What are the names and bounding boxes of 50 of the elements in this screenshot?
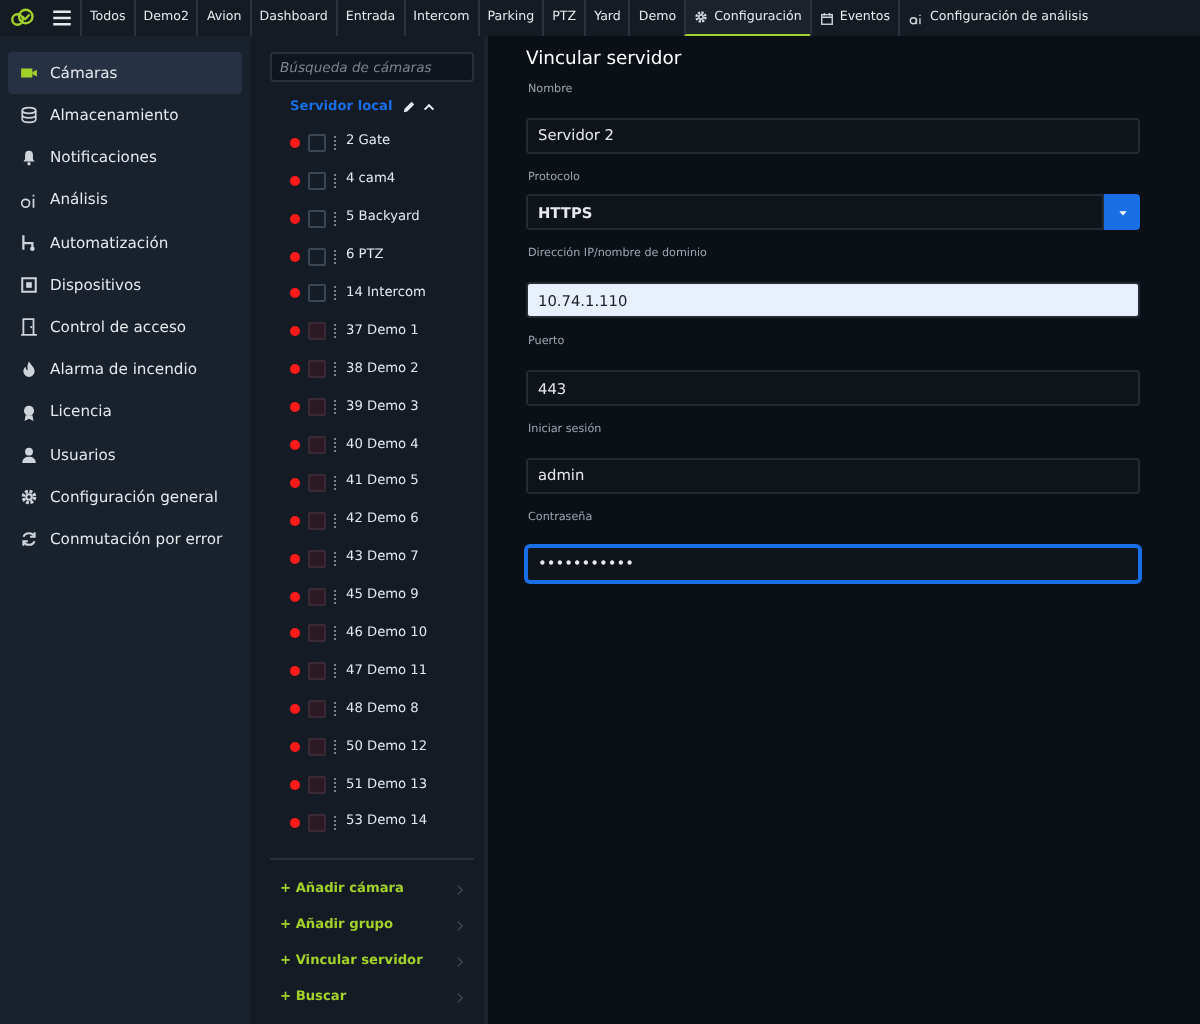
database-icon <box>20 106 38 125</box>
drag-handle[interactable] <box>334 362 336 377</box>
dropdown-button[interactable] <box>1104 194 1140 231</box>
checkbox[interactable] <box>308 209 326 228</box>
logo-icon <box>6 6 38 30</box>
drag-handle[interactable] <box>334 400 336 415</box>
drag-handle[interactable] <box>334 815 336 830</box>
checkbox[interactable] <box>308 284 326 303</box>
user-icon <box>20 445 38 464</box>
caret-icon <box>1117 207 1127 218</box>
drag-handle[interactable] <box>334 551 336 566</box>
edit-icon[interactable] <box>402 100 417 115</box>
drag-handle[interactable] <box>334 664 336 679</box>
badge-icon <box>20 403 38 422</box>
calendar-icon <box>819 11 834 25</box>
menu-icon[interactable] <box>52 8 72 28</box>
drag-handle[interactable] <box>334 437 336 452</box>
drag-handle[interactable] <box>334 475 336 490</box>
drag-handle[interactable] <box>334 211 336 226</box>
device-icon <box>20 276 38 295</box>
drag-handle[interactable] <box>334 324 336 339</box>
flame-icon <box>20 360 38 379</box>
chevron-icon <box>454 955 466 968</box>
chevron-icon <box>454 991 466 1004</box>
chevron-icon <box>454 883 466 896</box>
flow-icon <box>20 233 38 252</box>
drag-handle[interactable] <box>334 249 336 263</box>
ai-icon <box>908 11 925 25</box>
drag-handle[interactable] <box>334 513 336 528</box>
drag-handle[interactable] <box>334 777 336 792</box>
gear-icon <box>20 487 38 506</box>
collapse-icon[interactable] <box>422 100 437 115</box>
drag-handle[interactable] <box>334 135 336 150</box>
form-title: Vincular servidor <box>526 48 684 71</box>
bell-icon <box>20 148 38 167</box>
checkbox[interactable] <box>308 247 326 265</box>
drag-handle[interactable] <box>334 740 336 755</box>
checkbox[interactable] <box>308 133 326 152</box>
gear-icon <box>694 10 709 24</box>
chevron-icon <box>454 919 466 932</box>
camera-icon <box>20 64 38 83</box>
drag-handle[interactable] <box>334 589 336 604</box>
checkbox[interactable] <box>308 171 326 190</box>
drag-handle[interactable] <box>334 626 336 641</box>
drag-handle[interactable] <box>334 286 336 301</box>
drag-handle[interactable] <box>334 173 336 188</box>
door-icon <box>20 318 38 337</box>
drag-handle[interactable] <box>334 702 336 717</box>
sync-icon <box>20 530 38 549</box>
ai-icon <box>20 191 38 210</box>
